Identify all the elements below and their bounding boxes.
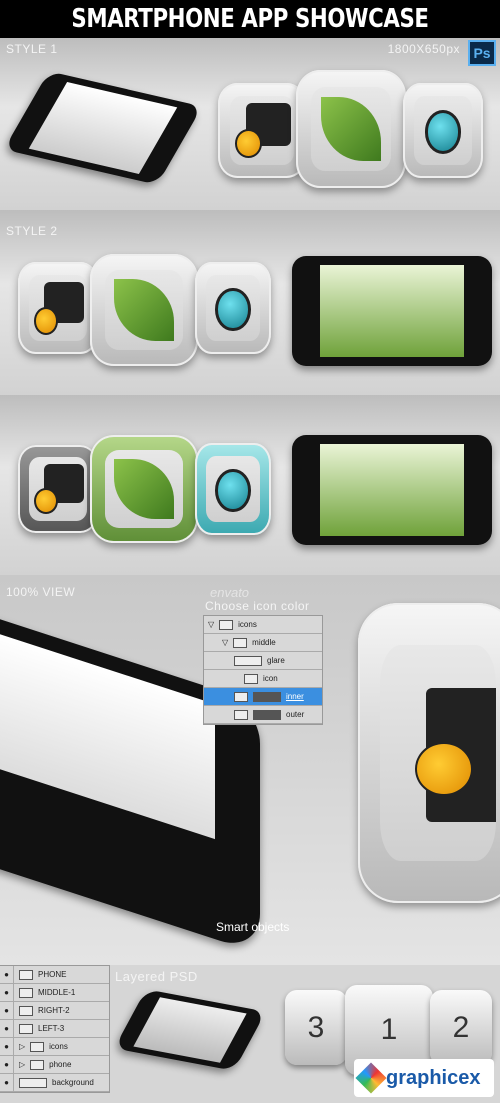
choose-color-label: Choose icon color — [205, 599, 310, 613]
app-icon-bee — [218, 83, 306, 178]
size-label: 1800X650px — [387, 42, 460, 56]
layer-glare[interactable]: glare — [204, 652, 322, 670]
icon-left-3: 3 — [285, 990, 347, 1065]
group-phone[interactable]: ● ▷ phone — [0, 1056, 109, 1074]
layer-right-2[interactable]: ● RIGHT-2 — [0, 1002, 109, 1020]
layers-panel: ▽ icons ▽ middle glare icon inner outer — [203, 615, 323, 725]
layered-psd-label: Layered PSD — [115, 969, 198, 984]
layer-outer[interactable]: outer — [204, 706, 322, 724]
layer-left-3[interactable]: ● LEFT-3 — [0, 1020, 109, 1038]
app-icon-leaf — [296, 70, 406, 188]
style1-label: STYLE 1 — [6, 42, 58, 56]
app-icon-bee — [18, 262, 98, 354]
app-icon-leaf — [90, 435, 198, 543]
layer-middle[interactable]: ▽ middle — [204, 634, 322, 652]
style2-section: STYLE 2 — [0, 210, 500, 395]
app-icon-leaf — [90, 254, 198, 366]
icon-right-2: 2 — [430, 990, 492, 1065]
app-icon-closeup — [358, 603, 500, 903]
view-label: 100% VIEW — [6, 585, 76, 599]
phone-mockup — [292, 435, 492, 545]
smart-objects-label: Smart objects — [216, 920, 290, 934]
app-icon-bee — [18, 445, 98, 533]
layer-icons[interactable]: ▽ icons — [204, 616, 322, 634]
psd-layers-panel: ● PHONE ● MIDDLE-1 ● RIGHT-2 ● LEFT-3 ● ▷ ico… — [0, 965, 110, 1093]
photoshop-badge: Ps — [468, 40, 496, 66]
phone-mockup — [3, 71, 203, 185]
phone-mockup — [292, 256, 492, 366]
logo-icon — [355, 1062, 387, 1094]
graphicex-logo: graphicex — [354, 1059, 494, 1097]
app-icon-bug — [195, 262, 271, 354]
style2-label: STYLE 2 — [6, 224, 58, 238]
app-icon-bug — [403, 83, 483, 178]
view-section: 100% VIEW Choose icon color ▽ icons ▽ mi… — [0, 575, 500, 965]
style1-section: STYLE 1 1800X650px — [0, 38, 500, 210]
title-bar: SMARTPHONE APP SHOWCASE MOCKUP — [0, 0, 500, 72]
layer-inner[interactable]: inner — [204, 688, 322, 706]
layer-icon[interactable]: icon — [204, 670, 322, 688]
layer-middle-1[interactable]: ● MIDDLE-1 — [0, 984, 109, 1002]
phone-mockup — [114, 989, 266, 1071]
watermark: envato — [210, 585, 250, 600]
layer-phone[interactable]: ● PHONE — [0, 966, 109, 984]
style3-section — [0, 395, 500, 575]
app-icon-bug — [195, 443, 271, 535]
group-icons[interactable]: ● ▷ icons — [0, 1038, 109, 1056]
layer-background[interactable]: ● background — [0, 1074, 109, 1092]
